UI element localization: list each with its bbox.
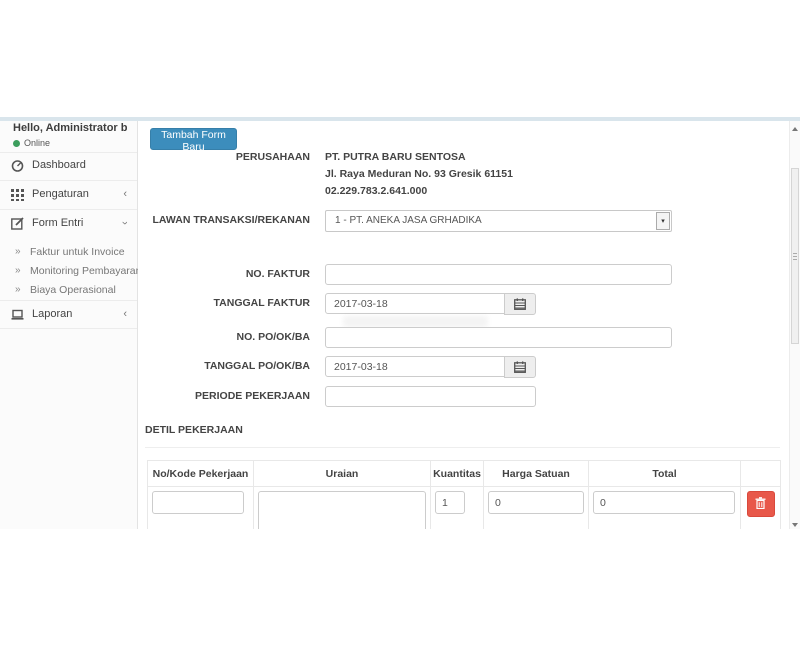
no-faktur-label: NO. FAKTUR [138,268,310,280]
perusahaan-label: PERUSAHAAN [138,151,310,163]
col-header-actions [741,461,781,487]
user-greeting: Hello, Administrator b [13,122,128,134]
col-header-harga-satuan: Harga Satuan [484,461,589,487]
sidebar-subitem-label: Monitoring Pembayaran [30,265,141,277]
tambah-form-baru-button[interactable]: Tambah Form Baru [150,128,237,150]
chevron-left-icon: ‹ [123,308,127,320]
sidebar-item-label: Pengaturan [32,188,89,200]
perusahaan-name: PT. PUTRA BARU SENTOSA [325,151,466,163]
trash-icon [755,497,766,509]
no-faktur-input[interactable] [325,264,672,285]
dashboard-icon [11,159,24,177]
chevron-down-icon: ‹ [119,221,131,225]
sidebar-subitem-faktur-untuk-invoice[interactable]: » Faktur untuk Invoice [0,243,137,262]
col-header-uraian: Uraian [254,461,431,487]
col-header-kuantitas: Kuantitas [431,461,484,487]
angle-double-right-icon: » [15,265,21,276]
sidebar-item-laporan[interactable]: Laporan ‹ [0,300,137,329]
scrollbar-up-arrow-icon[interactable] [792,127,798,131]
lawan-transaksi-label: LAWAN TRANSAKSI/REKANAN [138,214,310,226]
col-header-total: Total [589,461,741,487]
online-status: Online [13,138,50,148]
sidebar: Hello, Administrator b Online Dashboard … [0,121,138,529]
periode-pekerjaan-label: PERIODE PEKERJAAN [138,390,310,402]
table-header-row: No/Kode Pekerjaan Uraian Kuantitas Harga… [148,461,781,487]
delete-row-button[interactable] [747,491,775,517]
select-dropdown-arrow-icon: ▾ [656,212,670,230]
sidebar-subitem-monitoring-pembayaran[interactable]: » Monitoring Pembayaran [0,262,137,281]
online-status-label: Online [24,138,50,148]
vertical-scrollbar[interactable] [789,121,800,529]
tanggal-faktur-label: TANGGAL FAKTUR [138,297,310,309]
sidebar-item-label: Dashboard [32,159,86,171]
perusahaan-npwp: 02.229.783.2.641.000 [325,185,427,197]
divider [145,447,780,448]
calendar-icon [514,298,526,310]
online-status-icon [13,140,20,147]
edit-icon [11,217,24,235]
tanggal-po-input[interactable] [325,356,505,377]
table-row [148,487,781,530]
sidebar-item-dashboard[interactable]: Dashboard [0,152,137,181]
app-window: Hello, Administrator b Online Dashboard … [0,117,800,529]
calendar-icon [514,361,526,373]
sidebar-item-form-entri[interactable]: Form Entri ‹ [0,210,137,238]
sidebar-subitem-label: Biaya Operasional [30,284,116,296]
uraian-textarea[interactable] [258,491,426,529]
tanggal-po-calendar-addon[interactable] [504,356,536,378]
col-header-kode: No/Kode Pekerjaan [148,461,254,487]
sidebar-item-label: Laporan [32,308,72,320]
user-panel: Hello, Administrator b Online [0,121,137,153]
scrollbar-grip [793,253,797,254]
no-po-label: NO. PO/OK/BA [138,331,310,343]
laptop-icon [11,308,24,326]
scrollbar-thumb[interactable] [791,168,799,344]
screenshot-canvas: Hello, Administrator b Online Dashboard … [0,0,800,650]
angle-double-right-icon: » [15,246,21,257]
lawan-transaksi-selected-value: 1 - PT. ANEKA JASA GRHADIKA [335,215,482,226]
kode-pekerjaan-input[interactable] [152,491,244,514]
chevron-left-icon: ‹ [123,188,127,200]
lawan-transaksi-select[interactable]: 1 - PT. ANEKA JASA GRHADIKA ▾ [325,210,672,232]
harga-satuan-input[interactable] [488,491,584,514]
perusahaan-address: Jl. Raya Meduran No. 93 Gresik 61151 [325,168,513,180]
tanggal-faktur-calendar-addon[interactable] [504,293,536,315]
detil-pekerjaan-table: No/Kode Pekerjaan Uraian Kuantitas Harga… [147,460,781,529]
tanggal-po-label: TANGGAL PO/OK/BA [138,360,310,372]
scrollbar-down-arrow-icon[interactable] [792,523,798,527]
watermark [343,316,488,327]
periode-pekerjaan-input[interactable] [325,386,536,407]
angle-double-right-icon: » [15,284,21,295]
kuantitas-input[interactable] [435,491,465,514]
detil-pekerjaan-title: DETIL PEKERJAAN [145,424,243,436]
main-content: Tambah Form Baru PERUSAHAAN PT. PUTRA BA… [138,121,789,529]
sidebar-subitem-label: Faktur untuk Invoice [30,246,125,258]
sidebar-subitem-biaya-operasional[interactable]: » Biaya Operasional [0,281,137,300]
tanggal-faktur-input[interactable] [325,293,505,314]
sidebar-item-label: Form Entri [32,217,83,229]
sidebar-item-pengaturan[interactable]: Pengaturan ‹ [0,181,137,210]
no-po-input[interactable] [325,327,672,348]
total-input[interactable] [593,491,735,514]
grid-icon [11,188,24,206]
